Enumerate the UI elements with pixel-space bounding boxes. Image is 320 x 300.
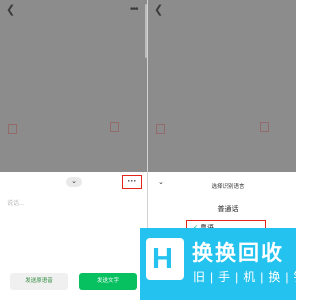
dimmed-background: ❮ xyxy=(148,0,296,172)
watermark-logo: H 换换回收 旧|手|机|换|钱 xyxy=(140,228,305,300)
panel-title: 选择识别语言 xyxy=(211,184,245,190)
logo-title: 换换回收 xyxy=(192,242,284,265)
language-option-mandarin[interactable]: 普通话 xyxy=(188,204,268,214)
more-icon[interactable]: ••• xyxy=(130,4,138,15)
dots-icon: ··· xyxy=(127,176,137,186)
logo-subtitle: 旧|手|机|换|钱 xyxy=(193,270,311,284)
left-screen: ❮ ••• ⌄ ··· 说话... 发送原语音 发送文字 xyxy=(0,0,148,300)
faint-mark xyxy=(260,122,269,132)
back-icon[interactable]: ❮ xyxy=(6,5,15,16)
faint-mark xyxy=(8,124,17,134)
faint-mark xyxy=(156,124,165,134)
voice-input-sheet: ⌄ ··· 说话... 发送原语音 发送文字 xyxy=(0,172,148,300)
dimmed-background: ❮ ••• xyxy=(0,0,148,172)
chevron-down-icon: ⌄ xyxy=(71,178,77,185)
close-panel-icon[interactable]: ⌄ xyxy=(158,178,164,186)
send-text-button[interactable]: 发送文字 xyxy=(79,273,137,290)
send-voice-button[interactable]: 发送原语音 xyxy=(10,273,68,290)
collapse-button[interactable]: ⌄ xyxy=(66,177,82,187)
faint-mark xyxy=(110,122,119,132)
transcript-placeholder[interactable]: 说话... xyxy=(7,198,24,207)
more-options-button[interactable]: ··· xyxy=(122,175,142,189)
logo-h-icon: H xyxy=(146,238,184,280)
back-icon[interactable]: ❮ xyxy=(154,5,163,16)
